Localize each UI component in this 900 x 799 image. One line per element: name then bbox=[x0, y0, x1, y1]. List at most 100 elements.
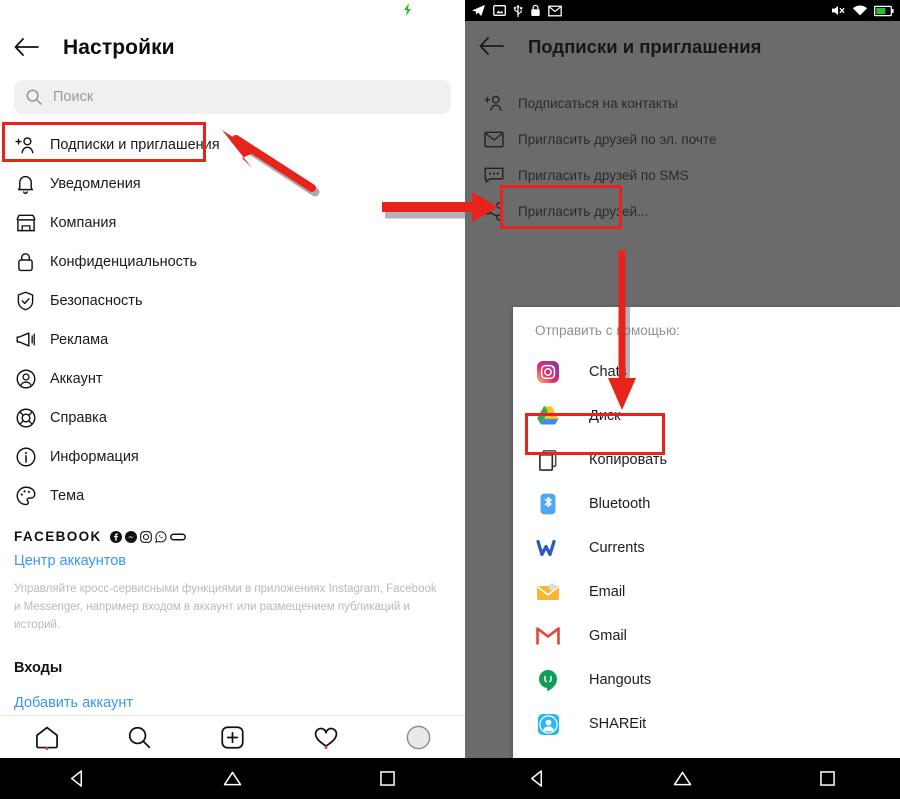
copy-icon bbox=[535, 447, 561, 473]
currents-icon bbox=[535, 535, 561, 561]
wifi-icon bbox=[852, 5, 868, 16]
share-option-label: SHAREit bbox=[589, 716, 647, 732]
settings-menu-list: Подписки и приглашения Уведомления Компа… bbox=[0, 123, 465, 515]
lock-icon bbox=[531, 4, 540, 16]
menu-item-label: Компания bbox=[50, 214, 117, 231]
menu-item-notifications[interactable]: Уведомления bbox=[0, 164, 465, 203]
gmail-icon bbox=[535, 623, 561, 649]
android-home-button[interactable] bbox=[158, 771, 308, 786]
right-header: Подписки и приглашения bbox=[465, 21, 900, 73]
sms-bubble-icon bbox=[483, 165, 504, 186]
back-arrow-icon[interactable] bbox=[13, 36, 39, 61]
menu-item-label: Безопасность bbox=[50, 292, 143, 309]
menu-item-label: Справка bbox=[50, 409, 107, 426]
bottom-nav-profile[interactable] bbox=[389, 725, 449, 750]
instagram-bottom-nav bbox=[0, 715, 465, 758]
android-back-icon bbox=[71, 770, 83, 787]
search-container: Поиск bbox=[0, 74, 465, 123]
menu-item-invite-sms[interactable]: Пригласить друзей по SMS bbox=[465, 157, 900, 193]
bottom-nav-home[interactable] bbox=[17, 726, 77, 750]
menu-item-security[interactable]: Безопасность bbox=[0, 281, 465, 320]
back-arrow-icon[interactable] bbox=[478, 35, 504, 60]
bell-icon bbox=[14, 172, 37, 195]
share-option-label: Currents bbox=[589, 540, 645, 556]
share-option-label: Chats bbox=[589, 364, 627, 380]
right-phone-screen: Подписки и приглашения Подписаться на ко… bbox=[465, 0, 900, 799]
info-circle-icon bbox=[14, 445, 37, 468]
megaphone-icon bbox=[14, 328, 37, 351]
menu-item-privacy[interactable]: Конфиденциальность bbox=[0, 242, 465, 281]
oculus-icon bbox=[169, 532, 186, 541]
palette-icon bbox=[14, 484, 37, 507]
left-android-nav-bar bbox=[0, 758, 465, 799]
bottom-nav-search[interactable] bbox=[110, 726, 170, 749]
instagram-icon bbox=[139, 530, 152, 543]
invites-menu-list: Подписаться на контакты Пригласить друзе… bbox=[465, 73, 900, 229]
search-input[interactable]: Поиск bbox=[14, 80, 451, 114]
search-icon bbox=[26, 89, 42, 105]
share-option-chats[interactable]: Chats bbox=[513, 350, 900, 394]
share-option-email[interactable]: Email bbox=[513, 570, 900, 614]
menu-item-help[interactable]: Справка bbox=[0, 398, 465, 437]
share-option-bluetooth[interactable]: Bluetooth bbox=[513, 482, 900, 526]
facebook-brand-label: FACEBOOK bbox=[14, 529, 102, 544]
share-icon bbox=[483, 201, 504, 222]
menu-item-theme[interactable]: Тема bbox=[0, 476, 465, 515]
messenger-icon bbox=[124, 530, 137, 543]
menu-item-business[interactable]: Компания bbox=[0, 203, 465, 242]
email-icon bbox=[535, 579, 561, 605]
share-option-hangouts[interactable]: Hangouts bbox=[513, 658, 900, 702]
share-option-copy[interactable]: Копировать bbox=[513, 438, 900, 482]
shield-check-icon bbox=[14, 289, 37, 312]
share-option-label: Копировать bbox=[589, 452, 668, 468]
mute-icon bbox=[832, 5, 845, 16]
right-android-nav-bar bbox=[465, 758, 900, 799]
facebook-icon bbox=[109, 530, 122, 543]
android-back-button[interactable] bbox=[465, 770, 610, 787]
android-recents-button[interactable] bbox=[313, 771, 463, 786]
share-option-label: Hangouts bbox=[589, 672, 652, 688]
left-phone-screen: Настройки Поиск Подписки и приглашения У… bbox=[0, 0, 465, 799]
bottom-nav-add[interactable] bbox=[203, 725, 263, 749]
share-option-currents[interactable]: Currents bbox=[513, 526, 900, 570]
google-drive-icon bbox=[535, 403, 561, 429]
share-option-gmail[interactable]: Gmail bbox=[513, 614, 900, 658]
menu-item-account[interactable]: Аккаунт bbox=[0, 359, 465, 398]
whatsapp-icon bbox=[154, 530, 167, 543]
menu-item-about[interactable]: Информация bbox=[0, 437, 465, 476]
heart-icon bbox=[314, 727, 337, 747]
menu-item-label: Пригласить друзей по эл. почте bbox=[518, 131, 717, 147]
menu-item-label: Подписки и приглашения bbox=[50, 136, 220, 153]
share-option-shareit[interactable]: SHAREit bbox=[513, 702, 900, 746]
logins-heading: Входы bbox=[14, 660, 63, 677]
menu-item-label: Подписаться на контакты bbox=[518, 95, 678, 111]
share-option-label: Диск bbox=[589, 408, 621, 424]
accounts-center-link[interactable]: Центр аккаунтов bbox=[14, 553, 451, 569]
menu-item-label: Уведомления bbox=[50, 175, 141, 192]
facebook-section: FACEBOOK Центр аккаунтов Управляйте крос… bbox=[0, 515, 465, 746]
envelope-icon bbox=[483, 129, 504, 150]
menu-item-ads[interactable]: Реклама bbox=[0, 320, 465, 359]
battery-charging-icon bbox=[874, 5, 894, 16]
menu-item-invite-email[interactable]: Пригласить друзей по эл. почте bbox=[465, 121, 900, 157]
screenshot-icon bbox=[493, 5, 506, 16]
right-status-bar bbox=[465, 0, 900, 21]
share-option-label: Gmail bbox=[589, 628, 627, 644]
share-option-drive[interactable]: Диск bbox=[513, 394, 900, 438]
android-recents-button[interactable] bbox=[755, 771, 900, 786]
android-home-button[interactable] bbox=[610, 771, 755, 786]
menu-item-follow-contacts[interactable]: Подписаться на контакты bbox=[465, 85, 900, 121]
usb-icon bbox=[513, 4, 523, 17]
bottom-nav-activity[interactable] bbox=[296, 726, 356, 749]
menu-item-label: Аккаунт bbox=[50, 370, 103, 387]
menu-item-invite-friends-share[interactable]: Пригласить друзей... bbox=[465, 193, 900, 229]
share-sheet-dialog: Отправить с помощью: Chats Диск Копирова… bbox=[513, 307, 900, 798]
android-recents-icon bbox=[820, 771, 835, 786]
android-back-button[interactable] bbox=[3, 770, 153, 787]
add-account-link[interactable]: Добавить аккаунт bbox=[14, 695, 451, 711]
menu-item-subscriptions[interactable]: Подписки и приглашения bbox=[0, 125, 465, 164]
share-option-label: Email bbox=[589, 584, 626, 600]
left-header: Настройки bbox=[0, 22, 465, 74]
add-square-icon bbox=[221, 725, 244, 749]
bluetooth-icon bbox=[535, 491, 561, 517]
